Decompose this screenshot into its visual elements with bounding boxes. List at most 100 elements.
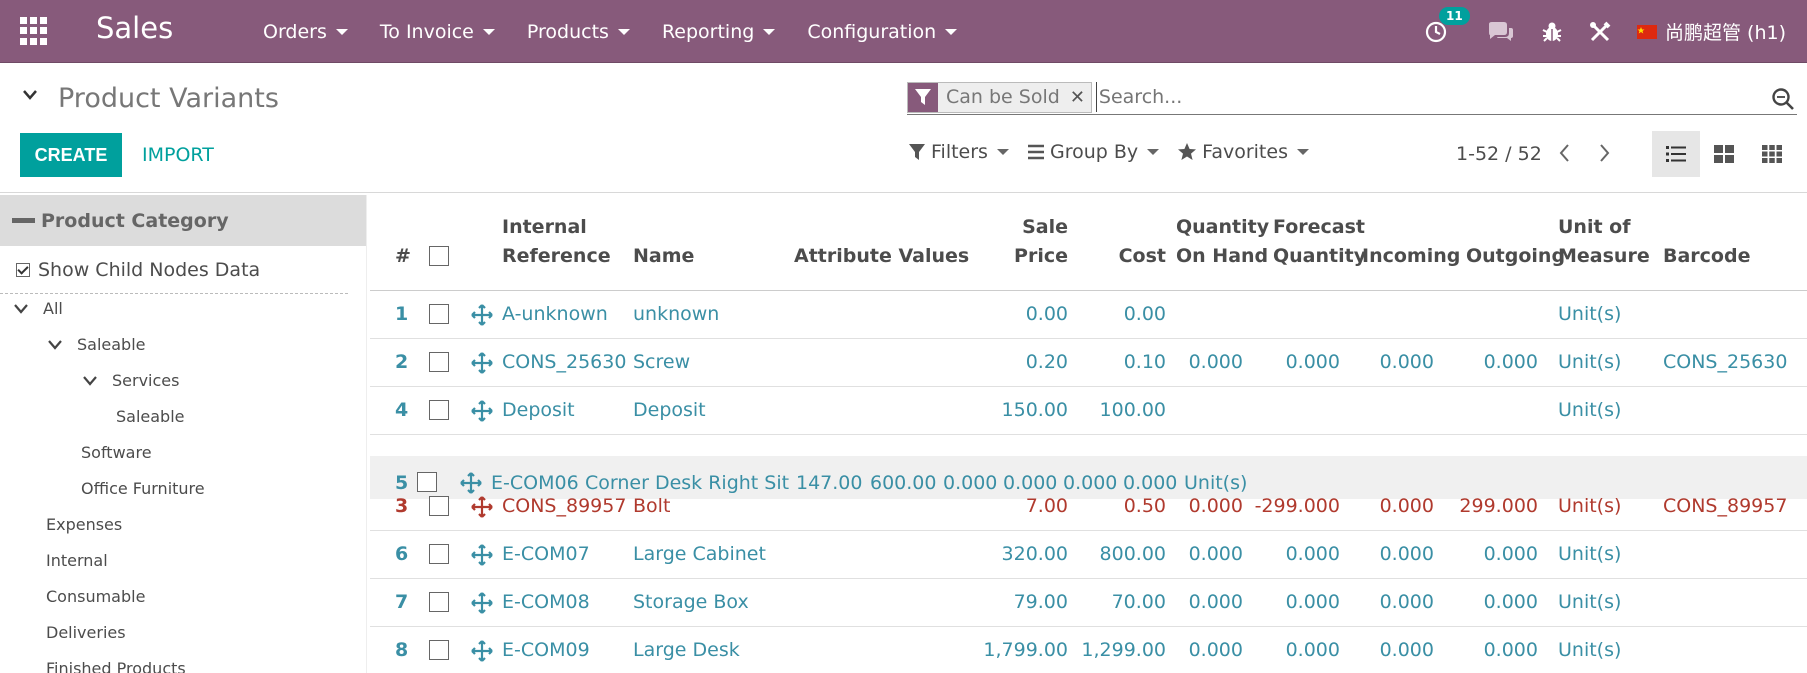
drag-handle-icon[interactable]	[460, 472, 482, 494]
tree-item-finished-products[interactable]: Finished Products	[46, 659, 186, 673]
row-sale-price: 0.20	[1025, 351, 1068, 373]
header-line: Unit of	[1558, 216, 1631, 238]
chevron-left-icon[interactable]	[1554, 142, 1576, 164]
tree-item-label: All	[43, 299, 63, 318]
menu-configuration-label: Configuration	[807, 20, 937, 43]
row-checkbox[interactable]	[429, 592, 449, 612]
tree-item-software[interactable]: Software	[81, 443, 152, 462]
select-all-checkbox[interactable]	[429, 246, 449, 266]
row-checkbox[interactable]	[429, 544, 449, 564]
apps-menu-icon[interactable]	[20, 17, 48, 45]
drag-handle-icon[interactable]	[471, 400, 493, 422]
caret-down-icon	[945, 28, 958, 35]
row-barcode: CONS_89957	[1663, 495, 1788, 517]
tree-item-saleable[interactable]: Saleable	[47, 335, 146, 354]
tools-menu[interactable]	[1589, 21, 1611, 43]
show-child-checkbox[interactable]: Show Child Nodes Data	[0, 246, 348, 294]
tree-item-all[interactable]: All	[13, 299, 63, 318]
chevron-right-icon[interactable]	[1593, 142, 1615, 164]
tree-item-label: Services	[112, 371, 180, 390]
drag-handle-icon[interactable]	[471, 496, 493, 518]
row-checkbox[interactable]	[429, 640, 449, 660]
col-header-sale-price[interactable]: Sale Price	[968, 213, 1068, 271]
bars-icon	[1027, 144, 1044, 160]
row-checkbox[interactable]	[429, 496, 449, 516]
tree-item-expenses[interactable]: Expenses	[46, 515, 122, 534]
header-line: Price	[1014, 245, 1068, 267]
col-header-barcode[interactable]: Barcode	[1663, 242, 1750, 271]
app-brand[interactable]: Sales	[96, 11, 173, 45]
search-input[interactable]	[1095, 82, 1797, 112]
col-header-name[interactable]: Name	[633, 242, 694, 271]
tree-item-label: Finished Products	[46, 659, 186, 673]
row-internal-reference: CONS_89957	[502, 495, 627, 517]
facet-value: Can be Sold ✕	[938, 82, 1091, 112]
row-uom: Unit(s)	[1558, 351, 1622, 373]
col-header-cost[interactable]: Cost	[1070, 242, 1166, 271]
menu-reporting[interactable]: Reporting	[662, 21, 776, 43]
row-internal-reference: Deposit	[502, 399, 575, 421]
tree-item-services[interactable]: Services	[82, 371, 179, 390]
tree-item-label: Software	[81, 443, 152, 462]
row-cost: 0.00	[1123, 303, 1166, 325]
row-checkbox[interactable]	[429, 304, 449, 324]
filters-dropdown[interactable]: Filters	[908, 141, 1009, 163]
menu-to-invoice[interactable]: To Invoice	[380, 21, 495, 43]
group-by-label: Group By	[1049, 141, 1139, 163]
tree-item-deliveries[interactable]: Deliveries	[46, 623, 126, 642]
star-icon	[1178, 143, 1197, 160]
col-header-attribute-values[interactable]: Attribute Values	[794, 242, 969, 271]
tree-item-label: Deliveries	[46, 623, 126, 642]
group-by-dropdown[interactable]: Group By	[1027, 141, 1160, 163]
menu-configuration[interactable]: Configuration	[807, 20, 958, 43]
row-sale-price: 320.00	[1001, 543, 1068, 565]
header-line: Measure	[1558, 245, 1650, 267]
drag-handle-icon[interactable]	[471, 640, 493, 662]
debug-menu[interactable]	[1541, 21, 1563, 43]
activity-menu[interactable]: 11	[1425, 6, 1470, 43]
row-internal-reference: E-COM07	[502, 543, 590, 565]
drag-handle-icon[interactable]	[471, 544, 493, 566]
col-header-internal-reference[interactable]: Internal Reference	[502, 213, 611, 271]
kanban-view-button[interactable]	[1700, 131, 1748, 177]
tree-item-office-furniture[interactable]: Office Furniture	[81, 479, 205, 498]
col-header-incoming[interactable]: Incoming	[1362, 242, 1460, 271]
panel-header[interactable]: Product Category	[0, 195, 366, 246]
row-sequence: 1	[395, 303, 409, 325]
drag-handle-icon[interactable]	[471, 592, 493, 614]
user-menu[interactable]: 尚鹏超管 (h1)	[1637, 18, 1786, 45]
row-incoming: 0.000	[1379, 591, 1434, 613]
col-header-unit-of-measure[interactable]: Unit of Measure	[1558, 213, 1650, 271]
tree-item-label: Saleable	[77, 335, 146, 354]
menu-products[interactable]: Products	[527, 21, 630, 43]
row-sale-price: 0.00	[1025, 303, 1068, 325]
drag-handle-icon[interactable]	[471, 352, 493, 374]
menu-products-label: Products	[526, 20, 609, 43]
grid-view-button[interactable]	[1748, 131, 1796, 177]
row-uom: Unit(s)	[1558, 639, 1622, 661]
chevron-down-icon[interactable]	[22, 89, 38, 101]
menu-orders[interactable]: Orders	[263, 21, 348, 43]
import-button[interactable]: IMPORT	[142, 133, 214, 177]
list-view-button[interactable]	[1652, 131, 1700, 177]
row-checkbox[interactable]	[417, 472, 437, 492]
col-header-outgoing[interactable]: Outgoing	[1466, 242, 1565, 271]
row-checkbox[interactable]	[429, 400, 449, 420]
tree-item-internal[interactable]: Internal	[46, 551, 108, 570]
col-header-quantity-on-hand[interactable]: Quantity On Hand	[1176, 213, 1269, 271]
pager-value[interactable]: 1-52 / 52	[1456, 143, 1542, 165]
col-header-forecast-quantity[interactable]: Forecast Quantity	[1273, 213, 1366, 271]
tree-item-saleable-sub[interactable]: Saleable	[116, 407, 185, 426]
create-button[interactable]: CREATE	[20, 133, 122, 177]
favorites-dropdown[interactable]: Favorites	[1177, 141, 1309, 163]
search-icon[interactable]	[1771, 87, 1795, 111]
row-quantity-on-hand: 0.000	[943, 472, 998, 494]
row-checkbox[interactable]	[429, 352, 449, 372]
messaging-menu[interactable]	[1487, 21, 1515, 43]
menu-orders-label: Orders	[263, 20, 327, 43]
drag-handle-icon[interactable]	[471, 304, 493, 326]
facet-remove-icon[interactable]: ✕	[1070, 87, 1085, 108]
row-sequence: 2	[395, 351, 409, 373]
filters-label: Filters	[931, 141, 988, 163]
tree-item-consumable[interactable]: Consumable	[46, 587, 145, 606]
